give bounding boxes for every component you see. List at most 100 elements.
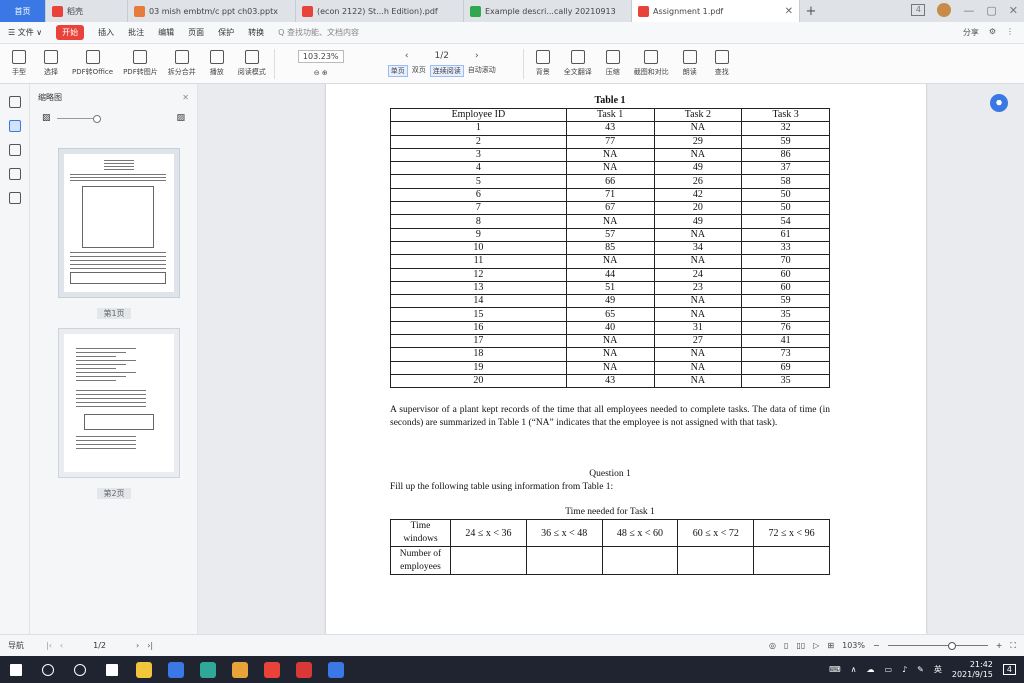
next-page-icon[interactable]: › bbox=[136, 641, 139, 650]
thumbnail-icon[interactable] bbox=[8, 120, 21, 132]
settings-icon[interactable]: ⚙ bbox=[989, 27, 996, 38]
screenshot-button[interactable]: 截图和对比 bbox=[632, 46, 671, 82]
tray-expand-icon[interactable]: ∧ bbox=[851, 665, 857, 674]
tab-0[interactable]: 首页 bbox=[0, 0, 46, 22]
chrome-icon[interactable] bbox=[224, 656, 256, 683]
close-icon[interactable]: ✕ bbox=[1009, 4, 1018, 17]
menu-page[interactable]: 页面 bbox=[188, 27, 204, 38]
menu-comment[interactable]: 批注 bbox=[128, 27, 144, 38]
employee-count-cell[interactable] bbox=[525, 546, 603, 575]
search-input[interactable]: Q 查找功能、文档内容 bbox=[278, 27, 359, 38]
volume-icon[interactable]: ♪ bbox=[902, 665, 907, 674]
task-view-icon[interactable] bbox=[96, 656, 128, 683]
maximize-icon[interactable]: ▢ bbox=[986, 4, 996, 17]
menu-convert[interactable]: 转换 bbox=[248, 27, 264, 38]
image-icon[interactable]: ▨ bbox=[176, 113, 185, 123]
edge-icon[interactable] bbox=[192, 656, 224, 683]
hand-button[interactable]: 手型 bbox=[6, 46, 32, 82]
zoom-select[interactable]: 103.23% bbox=[297, 50, 344, 63]
image-icon[interactable]: ▨ bbox=[42, 113, 51, 123]
tab-3[interactable]: (econ 2122) St...h Edition).pdf bbox=[296, 0, 464, 22]
cortana-icon[interactable] bbox=[64, 656, 96, 683]
attachment-icon[interactable] bbox=[8, 168, 21, 180]
single-page-icon[interactable]: ▯ bbox=[784, 641, 788, 650]
play-button[interactable]: 播放 bbox=[204, 46, 230, 82]
wps-doc-icon[interactable] bbox=[256, 656, 288, 683]
tab-1[interactable]: 稻壳 bbox=[46, 0, 128, 22]
menu-insert[interactable]: 插入 bbox=[98, 27, 114, 38]
zoom-icon[interactable] bbox=[320, 656, 352, 683]
navigation-toggle[interactable]: 导航 bbox=[8, 640, 24, 651]
zoom-level[interactable]: 103% bbox=[842, 641, 865, 650]
page-thumbnail-1[interactable] bbox=[58, 148, 180, 298]
prev-page-icon[interactable]: ‹ bbox=[60, 641, 63, 650]
next-page-icon[interactable]: › bbox=[475, 51, 479, 61]
double-page-icon[interactable]: ▯▯ bbox=[796, 641, 805, 650]
last-page-icon[interactable]: ›| bbox=[147, 641, 153, 650]
clock[interactable]: 21:42 2021/9/15 bbox=[952, 660, 993, 680]
employee-count-cell[interactable] bbox=[677, 546, 755, 575]
prev-page-icon[interactable]: ‹ bbox=[405, 51, 409, 61]
view-mode-button[interactable]: 双页 bbox=[412, 65, 426, 77]
play-icon[interactable]: ▷ bbox=[813, 641, 819, 650]
zoom-in-icon[interactable]: + bbox=[996, 641, 1003, 650]
find-button[interactable]: 查找 bbox=[709, 46, 735, 82]
more-icon[interactable]: ⋮ bbox=[1006, 27, 1014, 38]
floating-action-button[interactable]: ⬣ bbox=[990, 94, 1008, 112]
thumbnail-size-slider[interactable] bbox=[56, 114, 101, 123]
wps-writer-icon[interactable] bbox=[288, 656, 320, 683]
fullscreen-icon[interactable]: ⛶ bbox=[1010, 641, 1016, 651]
tab-4[interactable]: Example descri...cally 20210913 bbox=[464, 0, 632, 22]
comment-icon[interactable] bbox=[8, 144, 21, 156]
vertical-scrollbar[interactable] bbox=[1016, 84, 1024, 634]
background-button[interactable]: 背景 bbox=[530, 46, 556, 82]
bookmark-icon[interactable] bbox=[8, 96, 21, 108]
ime-indicator[interactable]: 英 bbox=[934, 664, 942, 675]
battery-icon[interactable]: ▭ bbox=[885, 665, 893, 674]
read-aloud-button[interactable]: 朗读 bbox=[677, 46, 703, 82]
page-indicator[interactable]: 1/2 bbox=[434, 51, 448, 61]
employee-count-cell[interactable] bbox=[753, 546, 830, 575]
menu-protect[interactable]: 保护 bbox=[218, 27, 234, 38]
view-mode-button[interactable]: 连续阅读 bbox=[429, 64, 464, 77]
pdf-office-button[interactable]: PDF转Office bbox=[70, 46, 115, 82]
first-page-icon[interactable]: |‹ bbox=[46, 641, 52, 650]
split-button[interactable]: 拆分合并 bbox=[166, 46, 198, 82]
status-page-indicator[interactable]: 1/2 bbox=[93, 641, 106, 650]
pdf-image-button[interactable]: PDF转图片 bbox=[121, 46, 160, 82]
file-explorer-icon[interactable] bbox=[128, 656, 160, 683]
eye-icon[interactable]: ◎ bbox=[769, 641, 776, 650]
document-viewport[interactable]: Table 1 Employee ID Task 1 Task 2 Task 3 14… bbox=[198, 84, 1024, 634]
windows-icon[interactable] bbox=[0, 656, 32, 683]
menu-start[interactable]: 开始 bbox=[56, 25, 85, 40]
close-icon[interactable]: ✕ bbox=[777, 6, 793, 17]
avatar[interactable] bbox=[937, 3, 952, 17]
compress-button[interactable]: 压缩 bbox=[600, 46, 626, 82]
employee-count-cell[interactable] bbox=[601, 546, 679, 575]
fit-width-icon[interactable]: ⊞ bbox=[827, 641, 834, 650]
tab-2[interactable]: 03 mish embtm/c ppt ch03.pptx bbox=[128, 0, 296, 22]
employee-count-cell[interactable] bbox=[450, 546, 527, 575]
tab-5[interactable]: Assignment 1.pdf ✕ bbox=[632, 0, 800, 22]
translate-button[interactable]: 全文翻译 bbox=[562, 46, 594, 82]
zoom-in-out[interactable]: ⊖ ⊕ bbox=[314, 69, 328, 77]
view-mode-button[interactable]: 单页 bbox=[387, 64, 408, 77]
search-icon[interactable] bbox=[32, 656, 64, 683]
page-thumbnail-2[interactable] bbox=[58, 328, 180, 478]
window-counter-badge[interactable]: 4 bbox=[911, 4, 926, 16]
pen-icon[interactable]: ✎ bbox=[917, 665, 924, 674]
signature-icon[interactable] bbox=[8, 192, 21, 204]
zoom-out-icon[interactable]: − bbox=[873, 641, 880, 650]
zoom-slider[interactable] bbox=[887, 642, 988, 650]
menu-edit[interactable]: 编辑 bbox=[158, 27, 174, 38]
share-button[interactable]: 分享 bbox=[963, 27, 979, 38]
read-mode-button[interactable]: 阅读模式 bbox=[236, 46, 268, 82]
keyboard-icon[interactable]: ⌨ bbox=[829, 665, 841, 674]
minimize-icon[interactable]: — bbox=[963, 4, 974, 17]
notification-icon[interactable]: 4 bbox=[1002, 664, 1016, 675]
cursor-button[interactable]: 选择 bbox=[38, 46, 64, 82]
close-icon[interactable]: ✕ bbox=[182, 93, 189, 102]
new-tab-button[interactable]: + bbox=[800, 0, 822, 22]
onedrive-icon[interactable]: ☁ bbox=[867, 665, 875, 674]
view-mode-button[interactable]: 自动滚动 bbox=[468, 65, 496, 77]
